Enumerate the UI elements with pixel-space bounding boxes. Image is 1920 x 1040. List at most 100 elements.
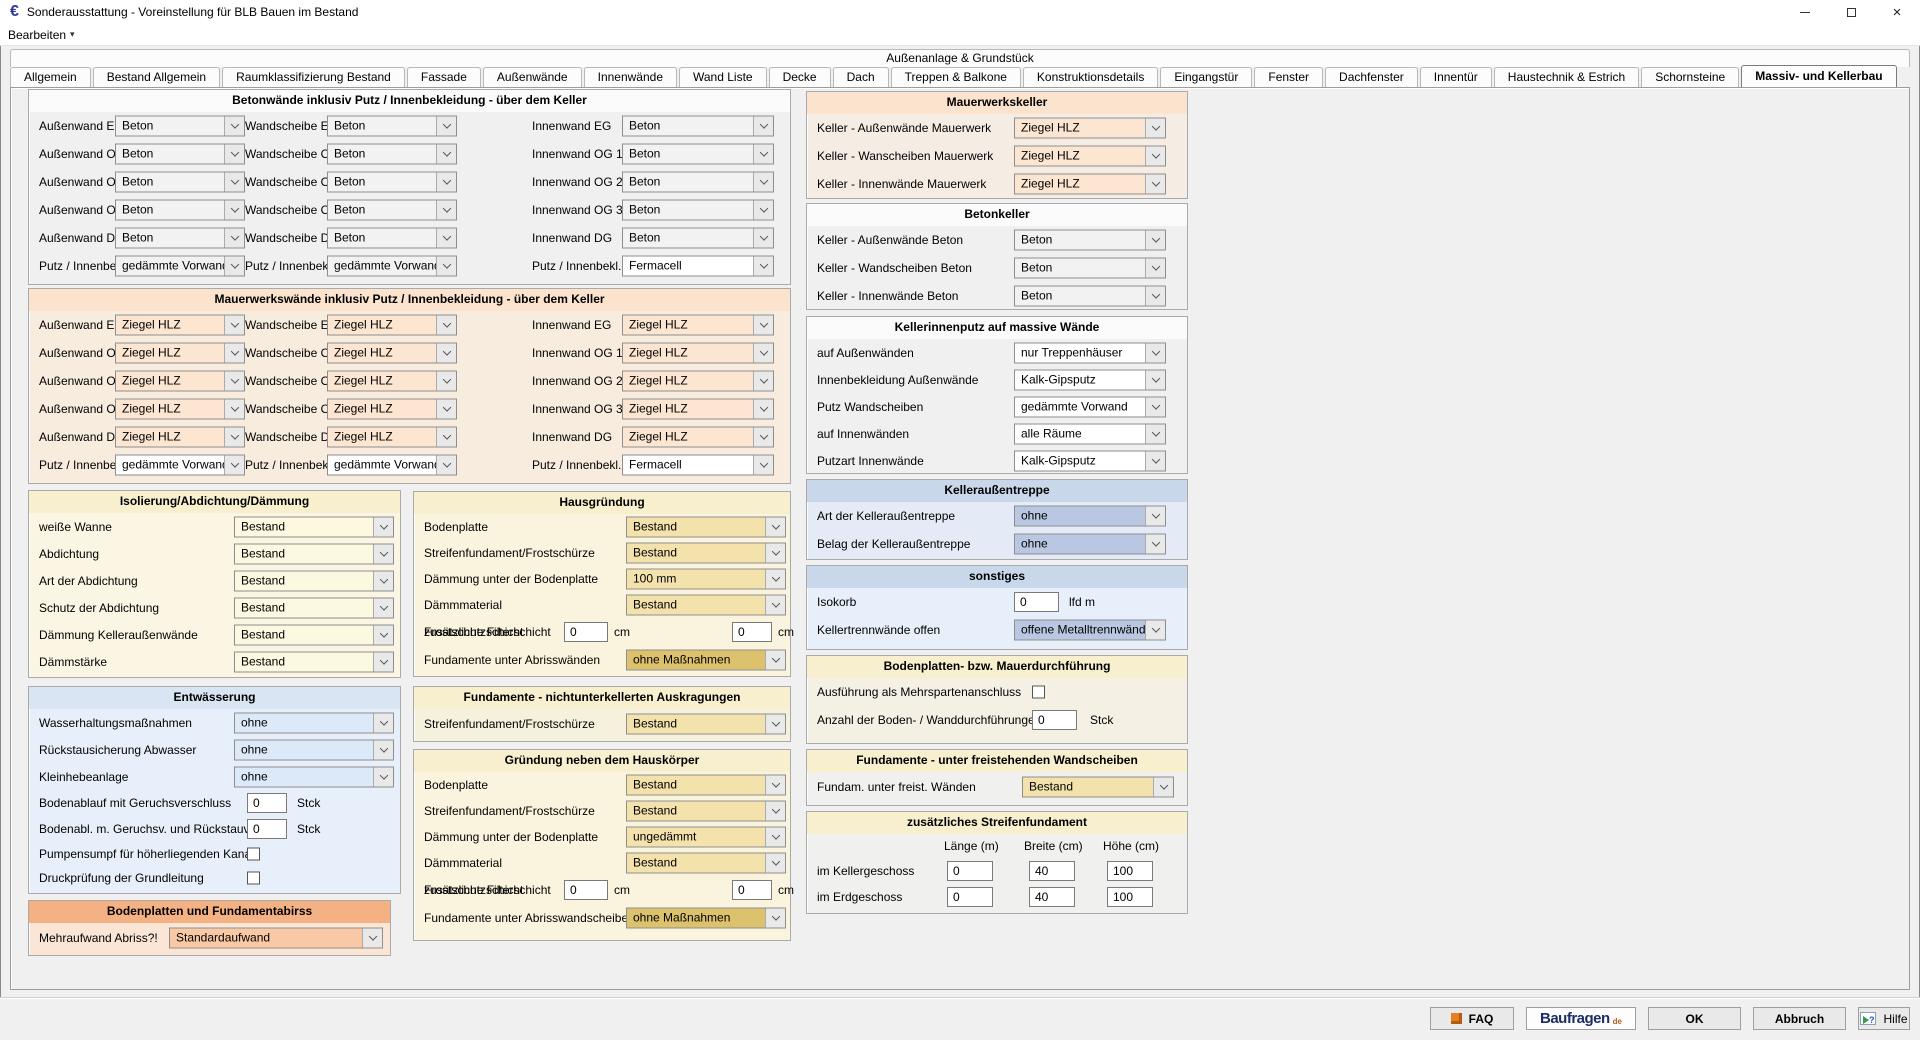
tab-dach[interactable]: Dach: [833, 67, 889, 87]
wall-dropdown[interactable]: gedämmte Vorwand: [327, 256, 457, 277]
tab-treppen-balkone[interactable]: Treppen & Balkone: [891, 67, 1021, 87]
wall-dropdown[interactable]: Beton: [115, 144, 245, 165]
wall-dropdown[interactable]: Beton: [115, 172, 245, 193]
dropdown[interactable]: Bestand: [626, 801, 786, 822]
dropdown[interactable]: Bestand: [234, 543, 394, 564]
tab-allgemein[interactable]: Allgemein: [10, 67, 91, 87]
checkbox[interactable]: [247, 872, 260, 885]
tab-schornsteine[interactable]: Schornsteine: [1641, 67, 1739, 87]
tab-eingangstuer[interactable]: Eingangstür: [1160, 67, 1252, 87]
tab-fassade[interactable]: Fassade: [407, 67, 481, 87]
wall-dropdown[interactable]: Fermacell: [622, 455, 774, 476]
wall-dropdown[interactable]: Ziegel HLZ: [622, 399, 774, 420]
tab-decke[interactable]: Decke: [769, 67, 831, 87]
wall-dropdown[interactable]: gedämmte Vorwand: [115, 256, 245, 277]
wall-dropdown[interactable]: Beton: [327, 144, 457, 165]
tab-aussenwaende[interactable]: Außenwände: [483, 67, 582, 87]
dropdown[interactable]: ohne: [234, 712, 394, 733]
wall-dropdown[interactable]: Beton: [622, 144, 774, 165]
wall-dropdown[interactable]: Ziegel HLZ: [622, 427, 774, 448]
dropdown[interactable]: ohne: [1014, 506, 1166, 527]
tab-haustechnik-estrich[interactable]: Haustechnik & Estrich: [1494, 67, 1639, 87]
tab-konstruktionsdetails[interactable]: Konstruktionsdetails: [1023, 67, 1158, 87]
tab-aussenanlage-grundstueck[interactable]: Außenanlage & Grundstück: [10, 49, 1910, 67]
dropdown[interactable]: Beton: [1014, 286, 1166, 307]
number-input[interactable]: [564, 622, 608, 642]
wall-dropdown[interactable]: Beton: [622, 228, 774, 249]
dropdown[interactable]: offene Metalltrennwände f: [1014, 620, 1166, 641]
number-input[interactable]: [247, 819, 287, 839]
dropdown[interactable]: gedämmte Vorwand: [1014, 396, 1166, 417]
number-input[interactable]: [564, 880, 608, 900]
wall-dropdown[interactable]: Ziegel HLZ: [115, 315, 245, 336]
faq-button[interactable]: FAQ: [1430, 1007, 1514, 1030]
wall-dropdown[interactable]: gedämmte Vorwand: [115, 455, 245, 476]
wall-dropdown[interactable]: Beton: [327, 116, 457, 137]
dropdown[interactable]: Bestand: [626, 595, 786, 616]
dropdown[interactable]: Bestand: [626, 714, 786, 735]
tab-raumklassifizierung[interactable]: Raumklassifizierung Bestand: [222, 67, 405, 87]
tab-bestand-allgemein[interactable]: Bestand Allgemein: [93, 67, 220, 87]
dropdown[interactable]: Bestand: [234, 516, 394, 537]
dropdown[interactable]: Standardaufwand: [169, 928, 383, 949]
wall-dropdown[interactable]: Beton: [622, 200, 774, 221]
wall-dropdown[interactable]: Beton: [622, 116, 774, 137]
dropdown[interactable]: alle Räume: [1014, 423, 1166, 444]
close-button[interactable]: ×: [1874, 0, 1920, 24]
number-input[interactable]: [947, 861, 993, 881]
dropdown[interactable]: 100 mm: [626, 569, 786, 590]
maximize-button[interactable]: [1828, 0, 1874, 24]
number-input[interactable]: [947, 887, 993, 907]
dropdown[interactable]: nur Treppenhäuser: [1014, 342, 1166, 363]
dropdown[interactable]: ohne: [234, 766, 394, 787]
number-input[interactable]: [1032, 710, 1077, 730]
number-input[interactable]: [1107, 861, 1153, 881]
dropdown[interactable]: Ziegel HLZ: [1014, 118, 1166, 139]
dropdown[interactable]: ohne Maßnahmen: [626, 650, 786, 671]
menu-bearbeiten[interactable]: Bearbeiten ▾: [0, 24, 83, 45]
number-input[interactable]: [1029, 887, 1075, 907]
baufragen-logo-button[interactable]: Baufragen de: [1526, 1007, 1636, 1030]
wall-dropdown[interactable]: Ziegel HLZ: [327, 315, 457, 336]
wall-dropdown[interactable]: Beton: [115, 116, 245, 137]
dropdown[interactable]: Bestand: [234, 624, 394, 645]
wall-dropdown[interactable]: Ziegel HLZ: [327, 343, 457, 364]
number-input[interactable]: [1014, 592, 1059, 612]
wall-dropdown[interactable]: Ziegel HLZ: [327, 371, 457, 392]
dropdown[interactable]: Bestand: [234, 597, 394, 618]
tab-massiv-kellerbau[interactable]: Massiv- und Kellerbau: [1741, 65, 1896, 87]
wall-dropdown[interactable]: Ziegel HLZ: [115, 427, 245, 448]
minimize-button[interactable]: [1782, 0, 1828, 24]
number-input[interactable]: [732, 622, 772, 642]
tab-fenster[interactable]: Fenster: [1254, 67, 1323, 87]
dropdown[interactable]: Bestand: [1022, 777, 1174, 798]
wall-dropdown[interactable]: Beton: [115, 200, 245, 221]
tab-innentuer[interactable]: Innentür: [1420, 67, 1492, 87]
dropdown[interactable]: Beton: [1014, 230, 1166, 251]
wall-dropdown[interactable]: Fermacell: [622, 256, 774, 277]
dropdown[interactable]: Bestand: [234, 651, 394, 672]
dropdown[interactable]: Ziegel HLZ: [1014, 174, 1166, 195]
wall-dropdown[interactable]: Beton: [622, 172, 774, 193]
dropdown[interactable]: Bestand: [626, 543, 786, 564]
dropdown[interactable]: Kalk-Gipsputz: [1014, 450, 1166, 471]
abbruch-button[interactable]: Abbruch: [1753, 1007, 1846, 1030]
checkbox[interactable]: [1032, 686, 1045, 699]
wall-dropdown[interactable]: Ziegel HLZ: [622, 315, 774, 336]
tab-innenwaende[interactable]: Innenwände: [584, 67, 677, 87]
wall-dropdown[interactable]: Ziegel HLZ: [115, 343, 245, 364]
dropdown[interactable]: Bestand: [234, 570, 394, 591]
wall-dropdown[interactable]: Ziegel HLZ: [622, 343, 774, 364]
number-input[interactable]: [247, 793, 287, 813]
wall-dropdown[interactable]: Beton: [115, 228, 245, 249]
wall-dropdown[interactable]: Ziegel HLZ: [327, 399, 457, 420]
dropdown[interactable]: ohne: [1014, 534, 1166, 555]
dropdown[interactable]: Bestand: [626, 517, 786, 538]
wall-dropdown[interactable]: Ziegel HLZ: [115, 399, 245, 420]
dropdown[interactable]: ohne Maßnahmen: [626, 908, 786, 929]
wall-dropdown[interactable]: Beton: [327, 228, 457, 249]
dropdown[interactable]: Ziegel HLZ: [1014, 146, 1166, 167]
dropdown[interactable]: Beton: [1014, 258, 1166, 279]
wall-dropdown[interactable]: gedämmte Vorwand: [327, 455, 457, 476]
number-input[interactable]: [732, 880, 772, 900]
